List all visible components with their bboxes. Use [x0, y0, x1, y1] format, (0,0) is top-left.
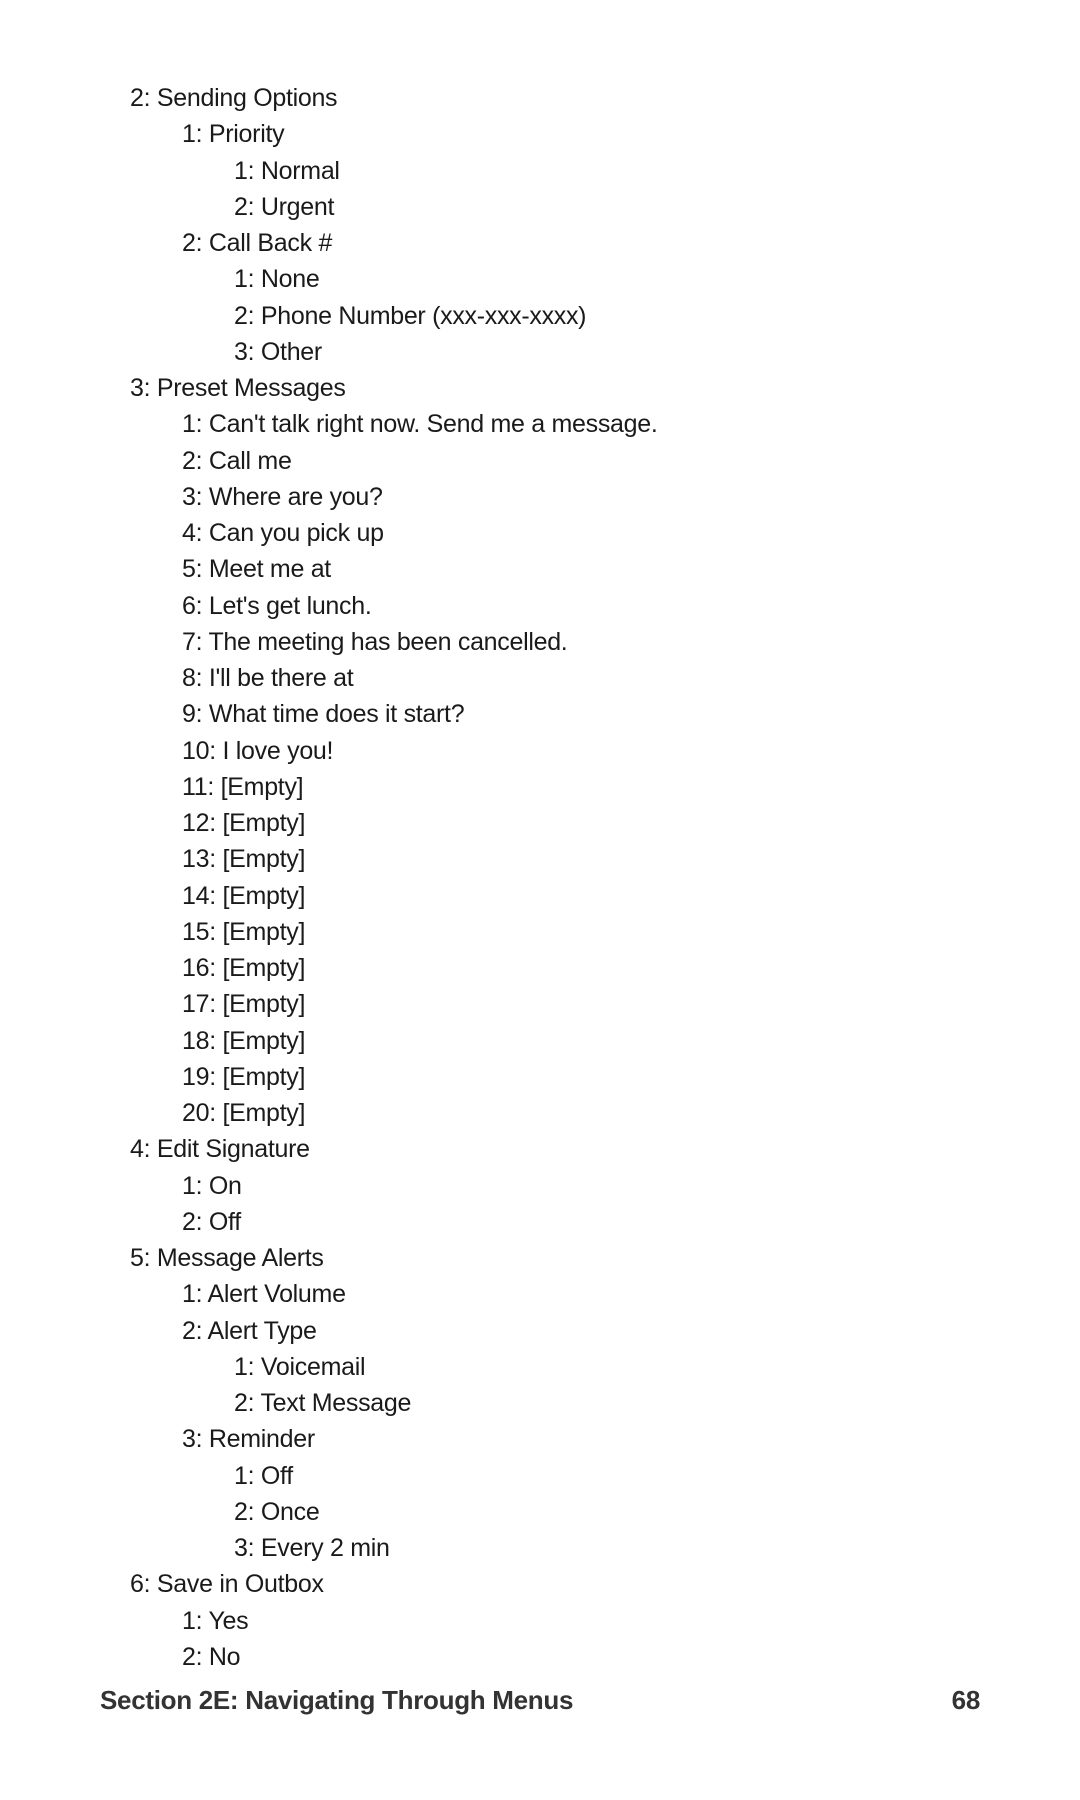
menu-item-priority: 1: Priority [182, 116, 980, 152]
menu-item-sending-options: 2: Sending Options [130, 80, 980, 116]
menu-item-reminder: 3: Reminder [182, 1421, 980, 1457]
preset-msg-20: 20: [Empty] [182, 1095, 980, 1131]
preset-msg-1: 1: Can't talk right now. Send me a messa… [182, 406, 980, 442]
menu-item-priority-urgent: 2: Urgent [234, 189, 980, 225]
menu-item-edit-signature: 4: Edit Signature [130, 1131, 980, 1167]
preset-msg-15: 15: [Empty] [182, 914, 980, 950]
preset-msg-11: 11: [Empty] [182, 769, 980, 805]
preset-msg-19: 19: [Empty] [182, 1059, 980, 1095]
menu-item-alert-type-voicemail: 1: Voicemail [234, 1349, 980, 1385]
menu-item-signature-on: 1: On [182, 1168, 980, 1204]
menu-item-save-outbox: 6: Save in Outbox [130, 1566, 980, 1602]
menu-item-callback-phone: 2: Phone Number (xxx-xxx-xxxx) [234, 298, 980, 334]
menu-item-alert-type: 2: Alert Type [182, 1313, 980, 1349]
preset-msg-3: 3: Where are you? [182, 479, 980, 515]
preset-msg-16: 16: [Empty] [182, 950, 980, 986]
menu-outline: 2: Sending Options 1: Priority 1: Normal… [0, 0, 1080, 1675]
menu-item-alert-type-text: 2: Text Message [234, 1385, 980, 1421]
menu-item-reminder-once: 2: Once [234, 1494, 980, 1530]
preset-msg-8: 8: I'll be there at [182, 660, 980, 696]
menu-item-save-outbox-no: 2: No [182, 1639, 980, 1675]
preset-msg-5: 5: Meet me at [182, 551, 980, 587]
menu-item-priority-normal: 1: Normal [234, 153, 980, 189]
menu-item-alert-volume: 1: Alert Volume [182, 1276, 980, 1312]
preset-msg-6: 6: Let's get lunch. [182, 588, 980, 624]
menu-item-signature-off: 2: Off [182, 1204, 980, 1240]
preset-msg-4: 4: Can you pick up [182, 515, 980, 551]
preset-msg-18: 18: [Empty] [182, 1023, 980, 1059]
preset-msg-14: 14: [Empty] [182, 878, 980, 914]
menu-item-reminder-off: 1: Off [234, 1458, 980, 1494]
preset-msg-9: 9: What time does it start? [182, 696, 980, 732]
menu-item-save-outbox-yes: 1: Yes [182, 1603, 980, 1639]
preset-msg-17: 17: [Empty] [182, 986, 980, 1022]
page-footer: Section 2E: Navigating Through Menus 68 [0, 1682, 1080, 1720]
preset-msg-13: 13: [Empty] [182, 841, 980, 877]
preset-msg-10: 10: I love you! [182, 733, 980, 769]
menu-item-preset-messages: 3: Preset Messages [130, 370, 980, 406]
menu-item-callback-other: 3: Other [234, 334, 980, 370]
page-number: 68 [952, 1682, 980, 1720]
menu-item-message-alerts: 5: Message Alerts [130, 1240, 980, 1276]
menu-item-reminder-every2min: 3: Every 2 min [234, 1530, 980, 1566]
preset-msg-12: 12: [Empty] [182, 805, 980, 841]
preset-msg-2: 2: Call me [182, 443, 980, 479]
menu-item-callback-none: 1: None [234, 261, 980, 297]
section-title: Section 2E: Navigating Through Menus [100, 1682, 573, 1720]
menu-item-callback-number: 2: Call Back # [182, 225, 980, 261]
preset-msg-7: 7: The meeting has been cancelled. [182, 624, 980, 660]
